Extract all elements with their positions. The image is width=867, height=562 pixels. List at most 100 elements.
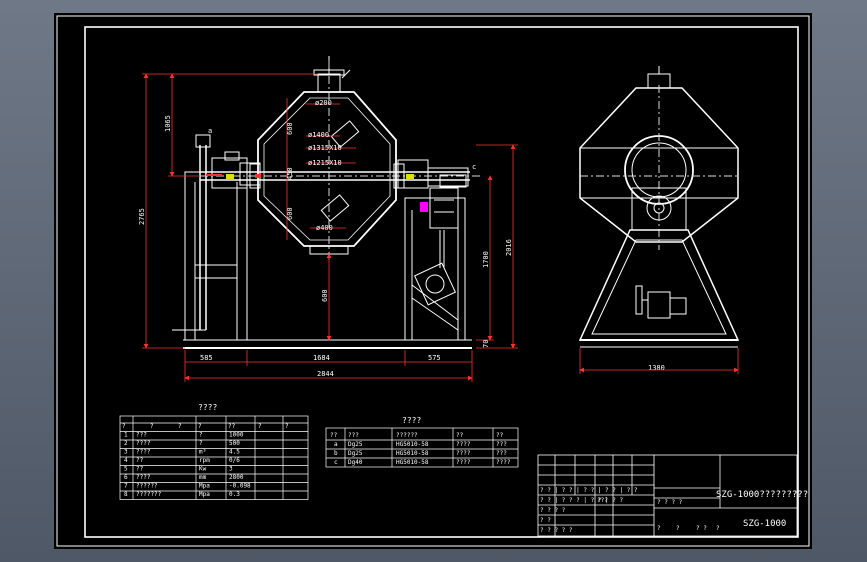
nozzle-cell: a — [334, 441, 338, 448]
dim-70: 70 — [482, 340, 490, 348]
specs-cell: 7 — [124, 483, 128, 490]
tb-row3b: ? ? ? ? — [657, 499, 683, 506]
dim-d1215: ø1215X10 — [308, 159, 342, 167]
dim-2016: 2016 — [505, 239, 513, 256]
magenta-part — [420, 202, 428, 212]
cad-viewport: ø200 ø1400 ø1315X10 ø1215X10 ø400 585 16… — [0, 0, 867, 562]
nozzle-header-cell: ?? — [456, 432, 464, 439]
specs-cell: 500 — [229, 440, 240, 447]
specs-cell: 1 — [124, 432, 128, 439]
nozzle-cell: ???? — [496, 459, 511, 466]
drawing-canvas: ø200 ø1400 ø1315X10 ø1215X10 ø400 585 16… — [56, 15, 810, 547]
specs-header-cell: ? — [285, 423, 289, 430]
nozzle-header-cell: ?? — [496, 432, 504, 439]
dim-600-bottom: 600 — [321, 289, 329, 302]
specs-cell: ? — [199, 440, 203, 447]
specs-cell: ?? — [136, 466, 144, 473]
dim-d1400: ø1400 — [308, 131, 329, 139]
specs-header-cell: ? — [178, 423, 182, 430]
tb-row5: ? ? ? ? ? — [540, 527, 573, 534]
specs-cell: Mpa — [199, 483, 210, 490]
specs-header-cell: ? — [150, 423, 154, 430]
specs-cell: rpm — [199, 457, 210, 464]
yellow-part-right — [406, 174, 414, 179]
outer-frame — [56, 15, 810, 547]
specs-cell: 6 — [124, 474, 128, 481]
specs-cell: 0/6 — [229, 457, 240, 464]
specs-cell: Kw — [199, 466, 207, 473]
tb-row6d: ? — [716, 525, 720, 532]
nozzle-cell: Dg40 — [348, 459, 363, 466]
specs-cell: 1000 — [229, 432, 244, 439]
tag-c: c — [472, 163, 476, 171]
specs-cell: ??? — [136, 432, 147, 439]
specs-header-cell: ? — [258, 423, 262, 430]
dim-2844: 2844 — [317, 370, 334, 378]
specs-cell: ? — [199, 432, 203, 439]
specs-cell: ??????? — [136, 491, 162, 498]
nozzle-cell: Dg25 — [348, 450, 363, 457]
dim-d1315: ø1315X10 — [308, 144, 342, 152]
nozzle-cell: ??? — [496, 441, 507, 448]
nozzle-table-title: ???? — [402, 416, 421, 425]
tb-row3a: ? ? ? ? — [540, 507, 566, 514]
specs-cell: m³ — [199, 449, 206, 456]
dim-2765: 2765 — [138, 208, 146, 225]
dim-1700: 1700 — [482, 251, 490, 268]
yellow-part-left — [226, 174, 234, 179]
specs-cell: mm — [199, 474, 207, 481]
tb-row2: ? ? | ? ? ? | ? ? | ? ? — [540, 497, 623, 504]
specs-header-cell: ? — [122, 423, 126, 430]
tb-row6b: ? — [676, 525, 680, 532]
dim-450: 450 — [286, 167, 294, 180]
tb-row6a: ? — [657, 525, 661, 532]
specs-cell: 8 — [124, 491, 128, 498]
red-seal — [255, 174, 261, 178]
nozzle-cell: ???? — [456, 441, 471, 448]
nozzle-cell: ???? — [456, 450, 471, 457]
drawing-number: SZG-1000 — [743, 519, 786, 529]
side-dimensions — [579, 348, 739, 374]
nozzle-cell: HG5010-58 — [396, 459, 429, 466]
nozzle-cell: Dg25 — [348, 441, 363, 448]
specs-header-cell: ? — [198, 423, 202, 430]
specs-cell: ???? — [136, 449, 151, 456]
tb-part: ??? — [597, 497, 608, 504]
nozzle-header-cell: ?? — [330, 432, 338, 439]
specs-cell: 3 — [229, 466, 233, 473]
dim-1684: 1684 — [313, 354, 330, 362]
nozzle-table: ???? ????????????? ??a Dg25 HG5010-58??????… — [325, 416, 519, 468]
specs-cell: 3 — [124, 449, 128, 456]
nozzle-cell: HG5010-58 — [396, 450, 429, 457]
specs-cell: 4.5 — [229, 449, 240, 456]
dim-600-top: 600 — [286, 122, 294, 135]
specs-table: ???? ??????? ?1???? 10002????? 5003???? m³ 4.… — [119, 403, 309, 500]
nozzle-header-cell: ?????? — [396, 432, 418, 439]
side-view — [578, 66, 740, 348]
dim-1380: 1380 — [648, 364, 665, 372]
dim-1065: 1065 — [164, 115, 172, 132]
nozzle-cell: ??? — [496, 450, 507, 457]
nozzle-cell: ???? — [456, 459, 471, 466]
dim-585: 585 — [200, 354, 213, 362]
tb-row4: ? ? — [540, 517, 551, 524]
dim-d400: ø400 — [316, 224, 333, 232]
specs-cell: -0.098 — [229, 483, 251, 490]
nozzle-header-cell: ??? — [348, 432, 359, 439]
specs-cell: Mpa — [199, 491, 210, 498]
tb-row1: ? ? | ? ? | ? ? | ? ? | ? ? — [540, 487, 638, 494]
specs-table-title: ???? — [198, 403, 217, 412]
tb-row6c: ? ? — [696, 525, 707, 532]
drawing-sheet: ø200 ø1400 ø1315X10 ø1215X10 ø400 585 16… — [54, 13, 812, 549]
specs-cell: ?????? — [136, 483, 158, 490]
specs-cell: ?? — [136, 457, 144, 464]
specs-cell: 5 — [124, 466, 128, 473]
specs-header-cell: ?? — [228, 423, 236, 430]
specs-cell: 2 — [124, 440, 128, 447]
specs-cell: 2800 — [229, 474, 244, 481]
specs-cell: 4 — [124, 457, 128, 464]
front-dim-text: ø200 ø1400 ø1315X10 ø1215X10 ø400 585 16… — [200, 99, 665, 378]
title-block-text: ? ? | ? ? | ? ? | ? ? | ? ? ? ? | ? ? ? … — [540, 487, 720, 534]
dim-d200: ø200 — [315, 99, 332, 107]
nozzle-cell: HG5010-58 — [396, 441, 429, 448]
